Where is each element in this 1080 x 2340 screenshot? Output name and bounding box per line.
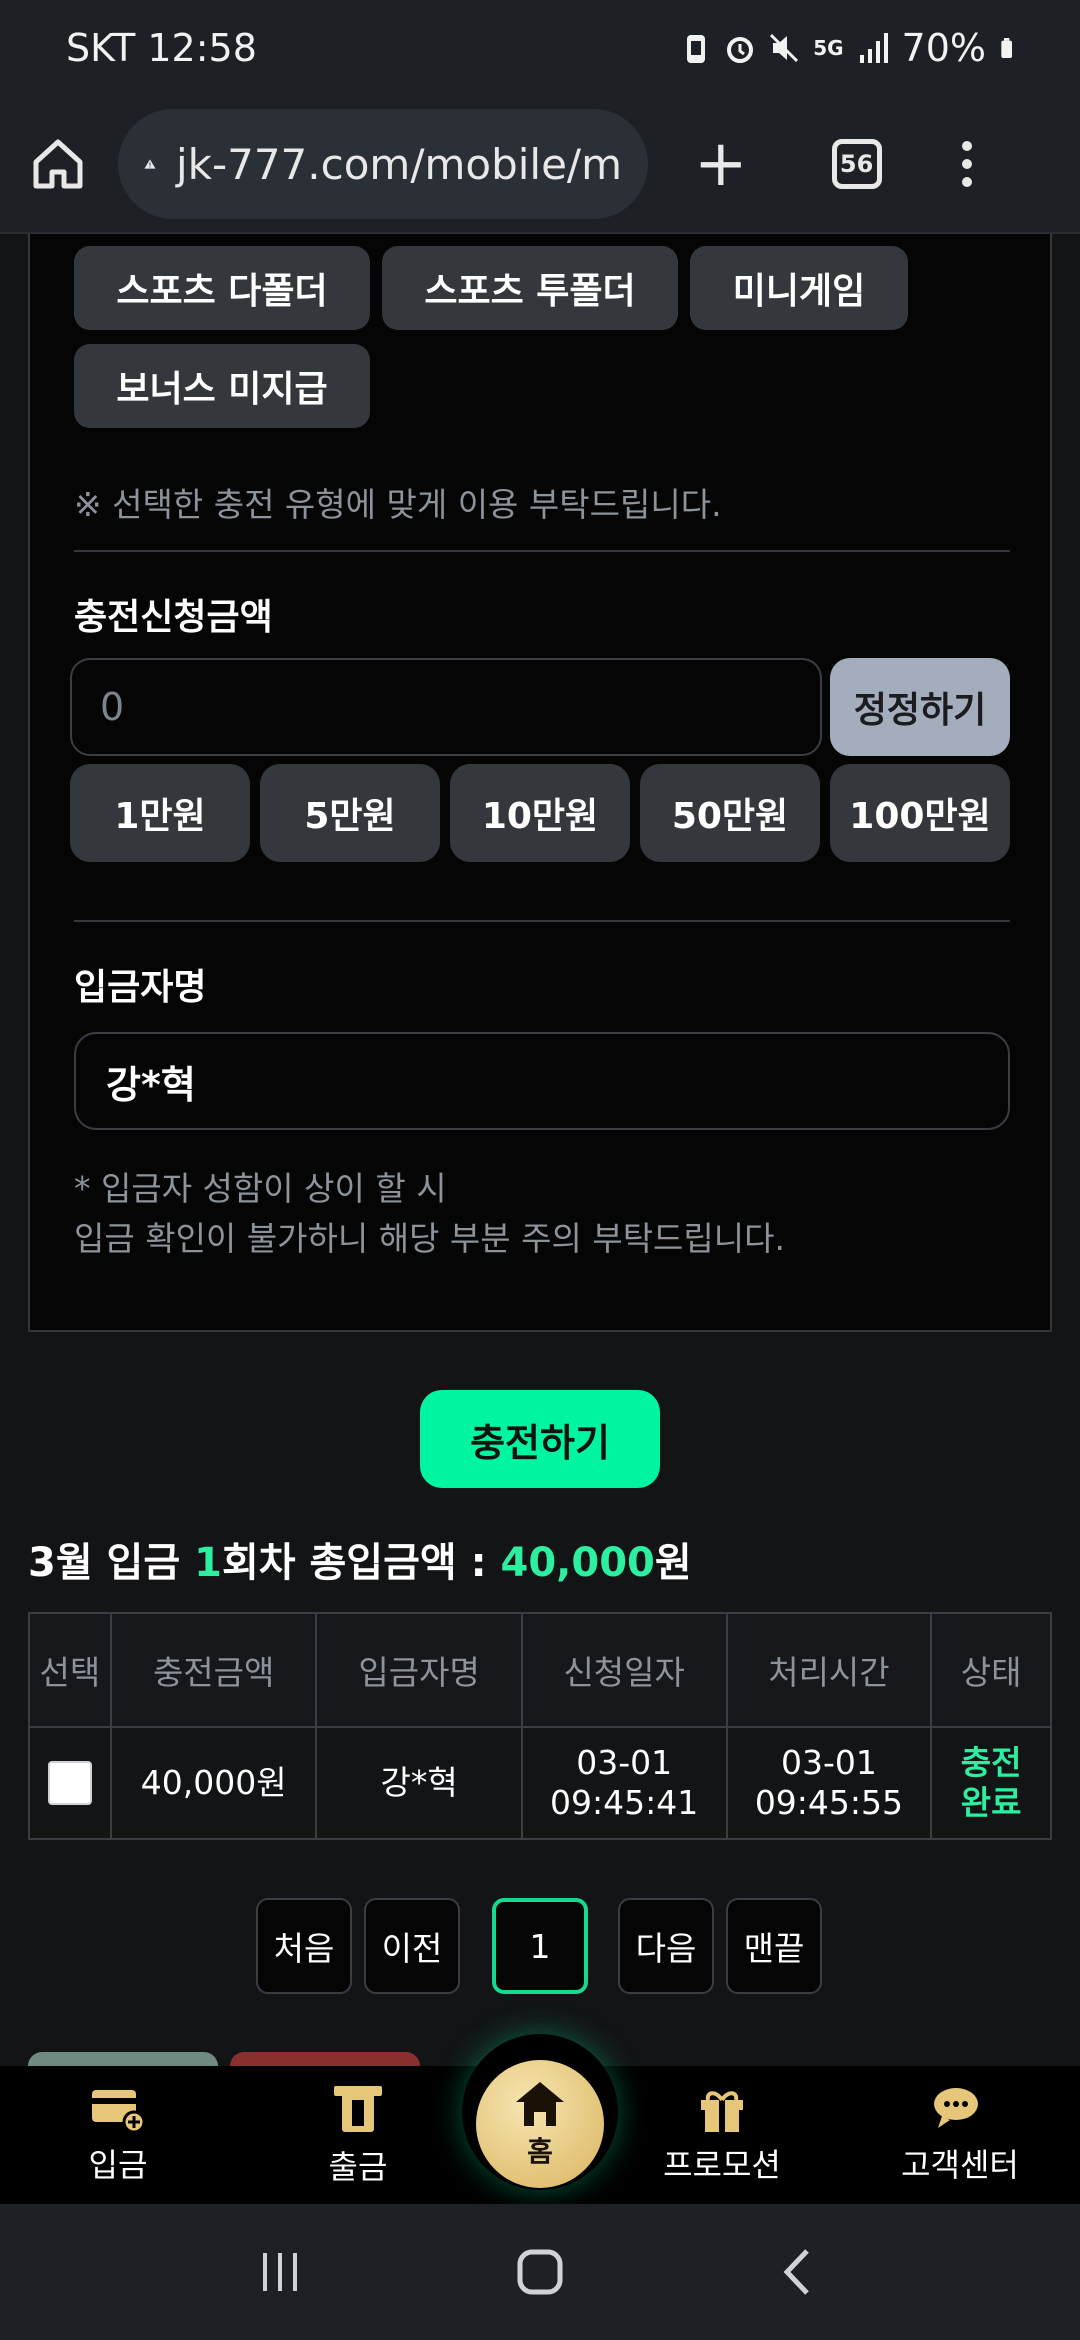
hidden-button-edge	[28, 2052, 218, 2066]
signal-icon	[859, 33, 888, 63]
new-tab-icon[interactable]: +	[694, 132, 748, 196]
quick-amount-1m-button[interactable]: 100만원	[830, 764, 1010, 862]
charge-type-sports-multi[interactable]: 스포츠 다폴더	[74, 246, 370, 330]
tab-switcher-button[interactable]: 56	[831, 139, 882, 189]
quick-amount-50k-button[interactable]: 5만원	[260, 764, 440, 862]
charge-type-notice: ※ 선택한 충전 유형에 맞게 이용 부탁드립니다.	[74, 485, 722, 524]
summary-total: 40,000	[500, 1540, 655, 1586]
column-header: 선택	[28, 1612, 112, 1728]
charge-type-sports-two[interactable]: 스포츠 투폴더	[382, 246, 678, 330]
status-line1: 충전	[960, 1743, 1022, 1783]
status-icons: 5G 70%	[681, 26, 1020, 70]
quick-amount-100k-button[interactable]: 10만원	[450, 764, 630, 862]
amount-input[interactable]: 0	[70, 658, 822, 756]
processed-time: 09:45:55	[754, 1783, 904, 1822]
column-header: 신청일자	[521, 1612, 728, 1728]
tab-support[interactable]: 고객센터	[870, 2066, 1050, 2204]
column-header: 상태	[931, 1612, 1052, 1728]
status-line2: 완료	[960, 1783, 1022, 1822]
home-house-icon	[516, 2082, 564, 2126]
system-home-icon[interactable]	[515, 2247, 565, 2297]
amount-cell: 40,000원	[110, 1727, 318, 1840]
divider	[74, 920, 1010, 922]
charge-submit-button[interactable]: 충전하기	[420, 1390, 660, 1488]
warning-icon[interactable]	[144, 141, 156, 187]
first-page-button[interactable]: 처음	[256, 1898, 352, 1994]
summary-prefix: 3월 입금	[28, 1540, 195, 1586]
tab-deposit-label: 입금	[88, 2146, 148, 2184]
hidden-button-edge	[230, 2052, 420, 2066]
depositor-cell: 강*혁	[316, 1727, 523, 1840]
url-text: jk-777.com/mobile/m	[175, 139, 622, 189]
quick-amount-10k-button[interactable]: 1만원	[70, 764, 250, 862]
back-icon[interactable]	[775, 2247, 825, 2297]
request-date-cell: 03-01 09:45:41	[521, 1727, 728, 1840]
battery-saver-icon	[687, 35, 706, 63]
tab-withdraw[interactable]: 출금	[268, 2066, 448, 2204]
column-header: 입금자명	[316, 1612, 523, 1728]
amount-value: 0	[100, 685, 125, 729]
amount-label: 충전신청금액	[74, 597, 273, 638]
summary-suffix: 원	[654, 1540, 692, 1586]
last-page-button[interactable]: 맨끝	[726, 1898, 822, 1994]
tab-deposit[interactable]: 입금	[28, 2066, 208, 2204]
column-header: 충전금액	[110, 1612, 318, 1728]
network-type: 5G	[813, 36, 844, 60]
home-icon[interactable]	[30, 136, 86, 192]
tab-home-label: 홈	[527, 2135, 553, 2168]
battery-icon	[1001, 38, 1012, 58]
next-page-button[interactable]: 다음	[618, 1898, 714, 1994]
prev-page-button[interactable]: 이전	[364, 1898, 460, 1994]
status-time: SKT 12:58	[66, 26, 257, 70]
tab-support-label: 고객센터	[901, 2146, 1019, 2184]
browser-toolbar: jk-777.com/mobile/m + 56	[0, 96, 1080, 234]
status-bar: SKT 12:58 5G 70%	[0, 0, 1080, 96]
deposit-history-table: 선택 충전금액 입금자명 신청일자 처리시간 상태 40,000원 강*혁 03…	[28, 1612, 1052, 1840]
depositor-hint-line2: 입금 확인이 불가하니 해당 부분 주의 부탁드립니다.	[74, 1219, 785, 1258]
select-cell	[28, 1727, 112, 1840]
mute-icon	[770, 33, 799, 63]
charge-type-no-bonus[interactable]: 보너스 미지급	[74, 344, 370, 428]
table-header-row: 선택 충전금액 입금자명 신청일자 처리시간 상태	[28, 1612, 1052, 1728]
alarm-icon	[727, 37, 754, 63]
pagination: 처음 이전 1 다음 맨끝	[0, 1898, 1080, 1996]
page-1-button[interactable]: 1	[492, 1898, 588, 1994]
request-date: 03-01	[576, 1743, 673, 1783]
charge-type-minigame[interactable]: 미니게임	[690, 246, 908, 330]
reset-amount-button[interactable]: 정정하기	[830, 658, 1010, 756]
more-menu-icon[interactable]	[961, 141, 972, 187]
withdraw-atm-icon	[334, 2086, 382, 2132]
quick-amount-500k-button[interactable]: 50만원	[640, 764, 820, 862]
monthly-deposit-summary: 3월 입금 1회차 총입금액 : 40,000원	[28, 1530, 692, 1588]
tab-promotion-label: 프로모션	[663, 2146, 781, 2184]
tab-count: 56	[839, 150, 874, 178]
charge-form-panel: 스포츠 다폴더 스포츠 투폴더 미니게임 보너스 미지급 ※ 선택한 충전 유형…	[28, 234, 1052, 1332]
system-navigation-bar	[0, 2204, 1080, 2340]
tab-withdraw-label: 출금	[328, 2148, 388, 2186]
url-bar[interactable]: jk-777.com/mobile/m	[118, 109, 648, 219]
status-cell: 충전 완료	[931, 1727, 1052, 1840]
tab-home[interactable]: 홈	[476, 2060, 604, 2188]
recent-apps-icon[interactable]	[255, 2247, 305, 2297]
depositor-label: 입금자명	[74, 967, 207, 1008]
row-select-checkbox[interactable]	[47, 1761, 92, 1805]
battery-level: 70%	[901, 26, 986, 70]
summary-count: 1	[194, 1540, 222, 1586]
divider	[74, 550, 1010, 552]
depositor-hint-line1: * 입금자 성함이 상이 할 시	[74, 1169, 447, 1208]
depositor-name-value: 강*혁	[106, 1062, 196, 1107]
request-time: 09:45:41	[550, 1783, 699, 1822]
deposit-card-icon	[92, 2090, 146, 2134]
tab-promotion[interactable]: 프로모션	[632, 2066, 812, 2204]
processed-date: 03-01	[780, 1743, 877, 1783]
chat-bubble-icon	[934, 2088, 978, 2128]
table-row: 40,000원 강*혁 03-01 09:45:41 03-01 09:45:5…	[28, 1727, 1052, 1840]
depositor-name-field[interactable]: 강*혁	[74, 1032, 1010, 1130]
gift-icon	[701, 2091, 743, 2132]
column-header: 처리시간	[726, 1612, 933, 1728]
processed-time-cell: 03-01 09:45:55	[726, 1727, 933, 1840]
summary-middle: 회차 총입금액 :	[221, 1540, 501, 1586]
